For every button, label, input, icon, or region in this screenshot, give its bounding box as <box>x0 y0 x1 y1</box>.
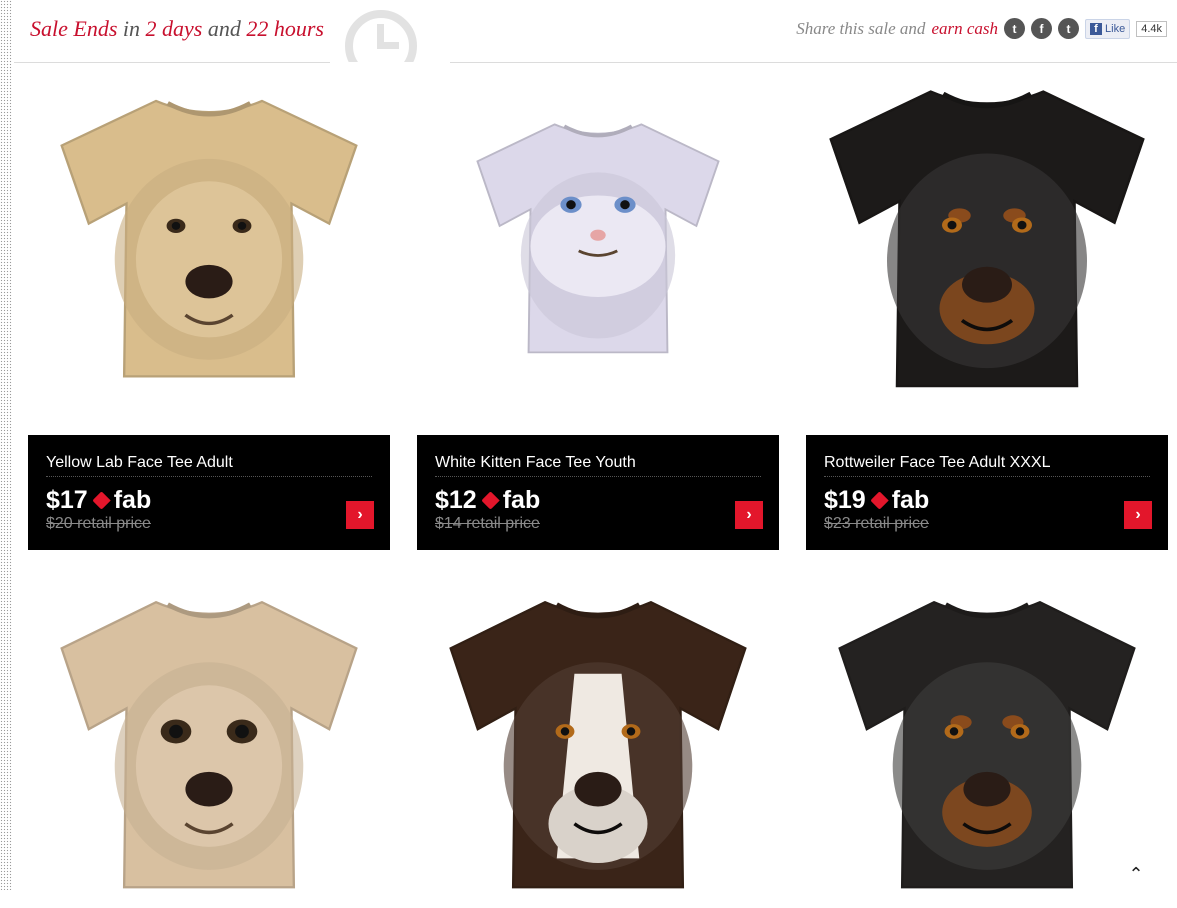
share-bar: Share this sale and earn cash t f t f Li… <box>796 18 1167 39</box>
tshirt-graphic <box>60 600 358 889</box>
sale-days: 2 days <box>145 16 203 41</box>
chevron-right-icon: › <box>1135 506 1141 523</box>
panel-divider <box>46 476 372 477</box>
tshirt-graphic <box>476 123 720 354</box>
view-product-button[interactable]: › <box>346 501 374 529</box>
product-image[interactable] <box>28 62 390 412</box>
sale-in-word: in <box>122 16 141 41</box>
view-product-button[interactable]: › <box>1124 501 1152 529</box>
sale-price: $19 <box>824 486 866 514</box>
price-tag-icon <box>481 491 500 510</box>
scroll-to-top-button[interactable]: ⌃ <box>1124 862 1148 886</box>
facebook-icon[interactable]: f <box>1031 18 1053 39</box>
share-text: Share this sale and <box>796 18 926 38</box>
like-count: 4.4k <box>1136 20 1167 37</box>
chevron-right-icon: › <box>746 506 752 523</box>
brand-label: fab <box>502 486 541 514</box>
sale-hours: 22 hours <box>246 16 324 41</box>
sale-countdown: Sale Ends in 2 days and 22 hours <box>30 16 324 42</box>
chevron-up-icon: ⌃ <box>1128 863 1144 884</box>
product-image[interactable] <box>28 578 390 908</box>
product-info-panel[interactable]: Rottweiler Face Tee Adult XXXL $19 fab $… <box>806 435 1168 550</box>
chevron-right-icon: › <box>357 506 363 523</box>
price-tag-icon <box>870 491 889 510</box>
tshirt-graphic <box>449 600 747 889</box>
page-left-border <box>0 0 12 890</box>
price-tag-icon <box>92 491 111 510</box>
brand-label: fab <box>113 486 152 514</box>
tshirt-graphic <box>60 99 358 378</box>
sale-header: Sale Ends in 2 days and 22 hours Share t… <box>14 0 1177 63</box>
retail-price: $23 retail price <box>824 515 929 532</box>
panel-divider <box>435 476 761 477</box>
view-product-button[interactable]: › <box>735 501 763 529</box>
panel-divider <box>824 476 1150 477</box>
product-image[interactable] <box>806 578 1168 908</box>
sale-ends-label: Sale Ends <box>30 16 118 41</box>
product-price: $17 fab <box>46 486 151 515</box>
earn-cash-link[interactable]: earn cash <box>931 19 998 39</box>
tshirt-graphic <box>829 90 1145 388</box>
product-image[interactable] <box>806 62 1168 412</box>
product-name[interactable]: Rottweiler Face Tee Adult XXXL <box>824 454 1051 472</box>
like-label: Like <box>1105 22 1126 35</box>
sale-price: $12 <box>435 486 477 514</box>
tumblr-icon[interactable]: t <box>1058 18 1080 39</box>
product-info-panel[interactable]: Yellow Lab Face Tee Adult $17 fab $20 re… <box>28 435 390 550</box>
facebook-logo-icon: f <box>1090 22 1103 35</box>
product-info-panel[interactable]: White Kitten Face Tee Youth $12 fab $14 … <box>417 435 779 550</box>
brand-label: fab <box>891 486 930 514</box>
sale-and-word: and <box>207 16 241 41</box>
product-image[interactable] <box>417 62 779 412</box>
facebook-like-button[interactable]: f Like <box>1085 18 1131 39</box>
tshirt-graphic <box>838 600 1136 889</box>
retail-price: $14 retail price <box>435 515 540 532</box>
retail-price: $20 retail price <box>46 515 151 532</box>
product-price: $19 fab <box>824 486 929 515</box>
twitter-icon[interactable]: t <box>1004 18 1026 39</box>
sale-price: $17 <box>46 486 88 514</box>
product-name[interactable]: White Kitten Face Tee Youth <box>435 454 636 472</box>
product-image[interactable] <box>417 578 779 908</box>
product-price: $12 fab <box>435 486 540 515</box>
product-name[interactable]: Yellow Lab Face Tee Adult <box>46 454 233 472</box>
